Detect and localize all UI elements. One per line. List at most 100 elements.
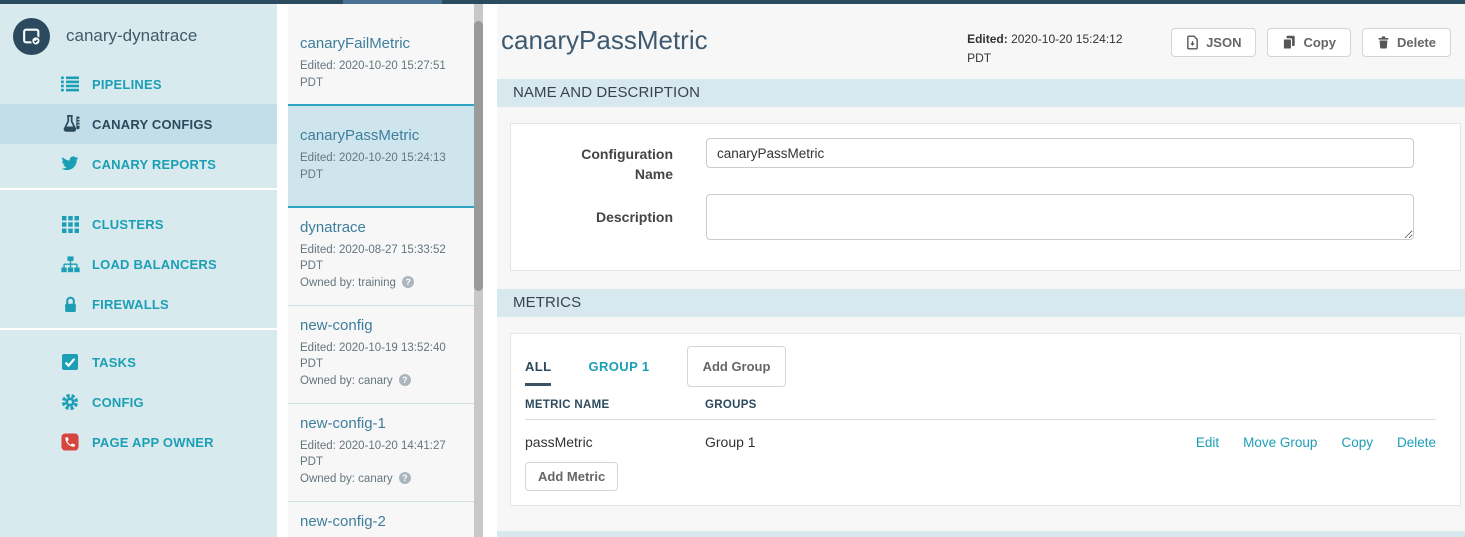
config-owner: Owned by: canary bbox=[300, 471, 462, 488]
config-name: dynatrace bbox=[300, 219, 462, 236]
copy-icon bbox=[1282, 35, 1296, 50]
topbar-scroll-indicator bbox=[343, 0, 442, 4]
sidebar-item-canary-reports[interactable]: CANARY REPORTS bbox=[0, 144, 277, 184]
description-row: Description bbox=[511, 194, 1414, 240]
config-edited: Edited: 2020-10-20 15:24:13 PDT bbox=[300, 150, 462, 183]
sidebar-item-label: TASKS bbox=[92, 355, 136, 370]
config-edited: Edited: 2020-10-20 15:27:51 PDT bbox=[300, 58, 462, 91]
column-header-metric-name: METRIC NAME bbox=[525, 399, 705, 411]
config-name: new-config bbox=[300, 317, 462, 334]
config-name: new-config-1 bbox=[300, 415, 462, 432]
bird-icon bbox=[59, 156, 81, 172]
description-textarea[interactable] bbox=[706, 194, 1414, 240]
section-header-metrics: METRICS bbox=[497, 289, 1465, 317]
config-list-item[interactable]: new-config Edited: 2020-10-19 13:52:40 P… bbox=[288, 305, 474, 403]
sidebar-item-canary-configs[interactable]: CANARY CONFIGS bbox=[0, 104, 277, 144]
nav-group-infrastructure: CLUSTERS LOAD BALANCERS FIR bbox=[0, 190, 277, 330]
app-name: canary-dynatrace bbox=[66, 26, 197, 46]
help-icon[interactable] bbox=[399, 472, 411, 484]
sidebar-item-label: LOAD BALANCERS bbox=[92, 257, 217, 272]
sidebar-item-label: PAGE APP OWNER bbox=[92, 435, 214, 450]
metric-group-tabs: ALL GROUP 1 Add Group bbox=[525, 346, 1436, 387]
application-icon bbox=[13, 18, 50, 55]
config-owner: Owned by: canary bbox=[300, 373, 462, 390]
sidebar-item-pipelines[interactable]: PIPELINES bbox=[0, 64, 277, 104]
config-name-label: Configuration Name bbox=[511, 138, 673, 184]
top-bar bbox=[0, 0, 1465, 4]
add-metric-button[interactable]: Add Metric bbox=[525, 462, 618, 491]
flask-icon bbox=[59, 114, 81, 134]
phone-icon bbox=[59, 433, 81, 451]
metric-name-cell: passMetric bbox=[525, 434, 705, 450]
description-label: Description bbox=[511, 208, 673, 228]
sidebar-item-page-app-owner[interactable]: PAGE APP OWNER bbox=[0, 422, 277, 462]
sidebar-item-label: PIPELINES bbox=[92, 77, 162, 92]
panel-divider bbox=[483, 4, 497, 537]
sidebar-item-clusters[interactable]: CLUSTERS bbox=[0, 204, 277, 244]
config-list-scrollbar[interactable] bbox=[474, 4, 483, 537]
copy-button[interactable]: Copy bbox=[1267, 28, 1351, 57]
sidebar-item-label: CONFIG bbox=[92, 395, 144, 410]
metric-groups-cell: Group 1 bbox=[705, 434, 1196, 450]
name-description-card: Configuration Name Description bbox=[510, 123, 1461, 271]
sidebar-item-label: CLUSTERS bbox=[92, 217, 164, 232]
list-icon bbox=[59, 76, 81, 92]
app-header: canary-dynatrace bbox=[0, 4, 277, 64]
config-name: canaryPassMetric bbox=[300, 127, 462, 144]
scrollbar-thumb[interactable] bbox=[474, 21, 483, 291]
config-edited: Edited: 2020-08-27 15:33:52 PDT bbox=[300, 242, 462, 275]
config-list-item[interactable]: new-config-2 Edited: 2020-10-20 15:09:44… bbox=[288, 501, 474, 537]
sidebar-item-config[interactable]: CONFIG bbox=[0, 382, 277, 422]
help-icon[interactable] bbox=[399, 374, 411, 386]
config-detail-panel: canaryPassMetric Edited: 2020-10-20 15:2… bbox=[497, 4, 1465, 537]
config-name: canaryFailMetric bbox=[300, 35, 462, 52]
config-list-item[interactable]: new-config-1 Edited: 2020-10-20 14:41:27… bbox=[288, 403, 474, 501]
help-icon[interactable] bbox=[402, 276, 414, 288]
copy-link[interactable]: Copy bbox=[1341, 435, 1373, 450]
sidebar: canary-dynatrace PIPELINES bbox=[0, 4, 277, 537]
column-header-groups: GROUPS bbox=[705, 399, 1436, 411]
metrics-card: ALL GROUP 1 Add Group METRIC NAME GROUPS… bbox=[510, 333, 1461, 506]
lock-icon bbox=[59, 295, 81, 314]
metric-table-row: passMetric Group 1 Edit Move Group Copy … bbox=[525, 420, 1436, 461]
sidebar-item-tasks[interactable]: TASKS bbox=[0, 342, 277, 382]
delete-link[interactable]: Delete bbox=[1397, 435, 1436, 450]
metric-table-header: METRIC NAME GROUPS bbox=[525, 399, 1436, 420]
check-square-icon bbox=[59, 354, 81, 370]
edit-link[interactable]: Edit bbox=[1196, 435, 1219, 450]
sitemap-icon bbox=[59, 256, 81, 273]
add-group-button[interactable]: Add Group bbox=[687, 346, 787, 387]
gear-icon bbox=[59, 393, 81, 411]
grid-icon bbox=[59, 216, 81, 233]
nav-group-delivery: PIPELINES CANARY CONFIGS bbox=[0, 64, 277, 190]
config-edited: Edited: 2020-10-19 13:52:40 PDT bbox=[300, 340, 462, 373]
page-title: canaryPassMetric bbox=[501, 25, 967, 56]
edited-timestamp: Edited: 2020-10-20 15:24:12 PDT bbox=[967, 25, 1145, 67]
sidebar-item-label: FIREWALLS bbox=[92, 297, 169, 312]
config-list-item-selected[interactable]: canaryPassMetric Edited: 2020-10-20 15:2… bbox=[288, 104, 474, 207]
tab-group-1[interactable]: GROUP 1 bbox=[588, 347, 649, 386]
delete-button[interactable]: Delete bbox=[1362, 28, 1451, 57]
file-code-icon bbox=[1186, 35, 1199, 50]
config-list-item[interactable]: dynatrace Edited: 2020-08-27 15:33:52 PD… bbox=[288, 208, 474, 305]
header-actions: JSON Copy Delete bbox=[1171, 25, 1451, 57]
sidebar-item-firewalls[interactable]: FIREWALLS bbox=[0, 284, 277, 324]
config-name: new-config-2 bbox=[300, 513, 462, 530]
canary-config-list: canaryFailMetric Edited: 2020-10-20 15:2… bbox=[288, 4, 474, 537]
config-name-input[interactable] bbox=[706, 138, 1414, 168]
config-owner: Owned by: training bbox=[300, 275, 462, 292]
config-list-item[interactable]: canaryFailMetric Edited: 2020-10-20 15:2… bbox=[288, 24, 474, 104]
config-name-row: Configuration Name bbox=[511, 138, 1414, 184]
section-header-name-description: NAME AND DESCRIPTION bbox=[497, 79, 1465, 107]
panel-divider bbox=[277, 4, 288, 537]
json-button[interactable]: JSON bbox=[1171, 28, 1256, 57]
tab-all[interactable]: ALL bbox=[525, 347, 551, 386]
config-edited: Edited: 2020-10-20 14:41:27 PDT bbox=[300, 438, 462, 471]
metric-table: METRIC NAME GROUPS passMetric Group 1 Ed… bbox=[525, 399, 1436, 491]
next-section-header-partial bbox=[497, 531, 1465, 537]
sidebar-item-label: CANARY REPORTS bbox=[92, 157, 216, 172]
sidebar-item-load-balancers[interactable]: LOAD BALANCERS bbox=[0, 244, 277, 284]
nav-group-app: TASKS CONFIG PAGE APP OWN bbox=[0, 330, 277, 466]
detail-header: canaryPassMetric Edited: 2020-10-20 15:2… bbox=[497, 4, 1465, 67]
move-group-link[interactable]: Move Group bbox=[1243, 435, 1317, 450]
